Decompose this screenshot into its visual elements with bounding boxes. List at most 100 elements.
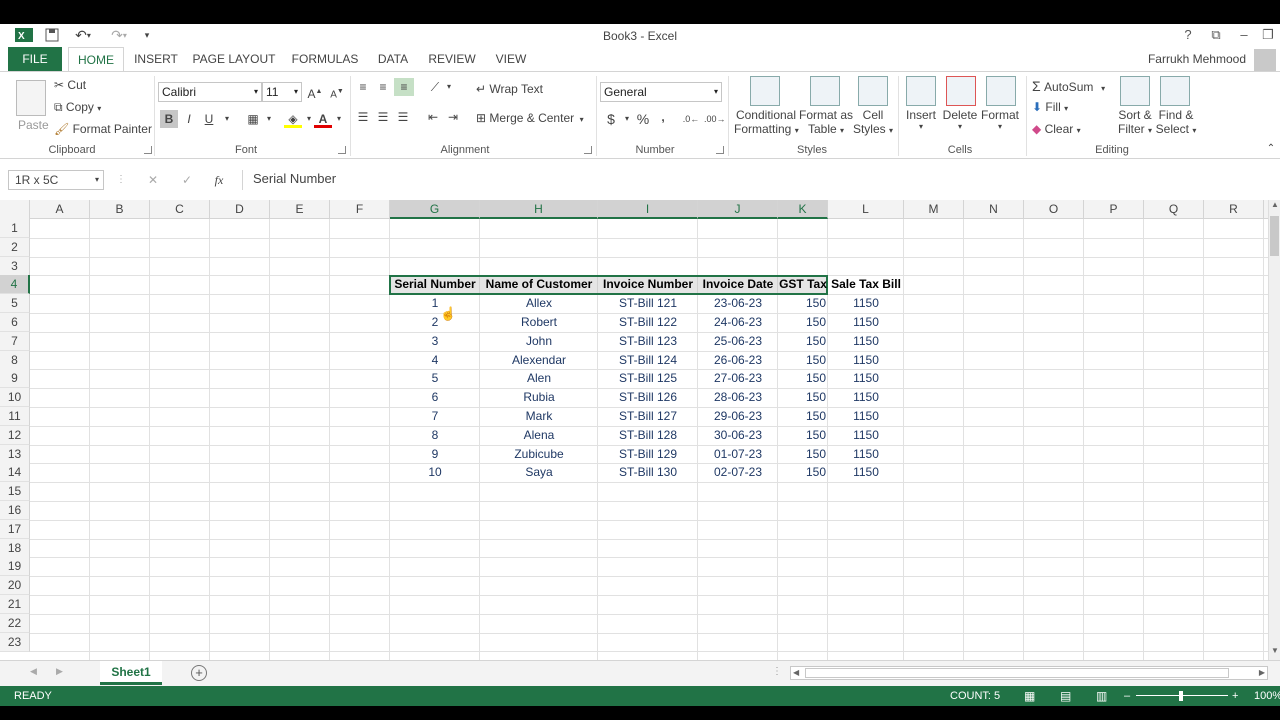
customer-name-cell[interactable]: John <box>480 332 598 351</box>
decrease-font-icon[interactable]: A▼ <box>328 83 346 101</box>
paste-icon[interactable] <box>16 80 46 116</box>
invoice-number-cell[interactable]: ST-Bill 122 <box>598 313 698 332</box>
row-header-9[interactable]: 9 <box>0 369 30 389</box>
gst-tax-cell[interactable]: 150 <box>778 294 828 313</box>
customer-name-cell[interactable]: Rubia <box>480 388 598 407</box>
decrease-indent-icon[interactable]: ⇤ <box>424 108 442 126</box>
column-header-c[interactable]: C <box>150 200 210 219</box>
column-header-b[interactable]: B <box>90 200 150 219</box>
invoice-date-cell[interactable]: 23-06-23 <box>698 294 778 313</box>
serial-number-cell[interactable]: 3 <box>390 332 480 351</box>
row-header-15[interactable]: 15 <box>0 482 30 502</box>
header-cell[interactable]: Sale Tax Bill <box>828 275 904 294</box>
customer-name-cell[interactable]: Alen <box>480 369 598 388</box>
row-header-14[interactable]: 14 <box>0 463 30 483</box>
enter-icon[interactable]: ✓ <box>178 171 196 189</box>
font-size-select[interactable]: 11 ▾ <box>262 82 302 102</box>
customer-name-cell[interactable]: Mark <box>480 407 598 426</box>
alignment-launcher-icon[interactable] <box>584 146 592 154</box>
header-cell[interactable]: Serial Number <box>390 275 480 294</box>
customer-name-cell[interactable]: Robert <box>480 313 598 332</box>
column-header-f[interactable]: F <box>330 200 390 219</box>
underline-dropdown-icon[interactable]: ▾ <box>218 110 236 128</box>
invoice-date-cell[interactable]: 30-06-23 <box>698 426 778 445</box>
row-header-21[interactable]: 21 <box>0 595 30 614</box>
row-header-13[interactable]: 13 <box>0 444 30 464</box>
row-header-5[interactable]: 5 <box>0 294 30 314</box>
sale-tax-bill-cell[interactable]: 1150 <box>828 407 904 426</box>
autosum-button[interactable]: Σ AutoSum ▾ <box>1032 78 1105 94</box>
invoice-number-cell[interactable]: ST-Bill 125 <box>598 369 698 388</box>
align-center-icon[interactable]: ☰ <box>374 108 392 126</box>
row-header-11[interactable]: 11 <box>0 407 30 426</box>
align-bottom-icon[interactable]: ≡ <box>394 78 414 96</box>
increase-font-icon[interactable]: A▲ <box>306 83 324 101</box>
sale-tax-bill-cell[interactable]: 1150 <box>828 463 904 482</box>
tab-formulas[interactable]: FORMULAS <box>288 47 362 71</box>
gst-tax-cell[interactable]: 150 <box>778 388 828 407</box>
next-sheet-icon[interactable]: ▶ <box>56 666 63 677</box>
customer-name-cell[interactable]: Zubicube <box>480 445 598 464</box>
gst-tax-cell[interactable]: 150 <box>778 313 828 332</box>
column-header-h[interactable]: H <box>480 200 598 219</box>
add-sheet-icon[interactable]: + <box>191 665 207 681</box>
gst-tax-cell[interactable]: 150 <box>778 351 828 370</box>
column-header-o[interactable]: O <box>1024 200 1084 219</box>
align-middle-icon[interactable]: ≡ <box>374 78 392 96</box>
serial-number-cell[interactable]: 7 <box>390 407 480 426</box>
invoice-number-cell[interactable]: ST-Bill 127 <box>598 407 698 426</box>
zoom-slider-thumb[interactable] <box>1179 691 1183 701</box>
column-header-e[interactable]: E <box>270 200 330 219</box>
serial-number-cell[interactable]: 6 <box>390 388 480 407</box>
scroll-down-icon[interactable]: ▼ <box>1271 646 1279 655</box>
user-name[interactable]: Farrukh Mehmood <box>1148 52 1246 66</box>
invoice-number-cell[interactable]: ST-Bill 130 <box>598 463 698 482</box>
invoice-date-cell[interactable]: 01-07-23 <box>698 445 778 464</box>
cut-button[interactable]: ✂ Cut <box>54 78 86 92</box>
clipboard-launcher-icon[interactable] <box>144 146 152 154</box>
invoice-date-cell[interactable]: 28-06-23 <box>698 388 778 407</box>
sale-tax-bill-cell[interactable]: 1150 <box>828 369 904 388</box>
prev-sheet-icon[interactable]: ◀ <box>30 666 37 677</box>
orientation-dropdown-icon[interactable]: ▾ <box>440 78 458 96</box>
row-header-10[interactable]: 10 <box>0 388 30 408</box>
sale-tax-bill-cell[interactable]: 1150 <box>828 294 904 313</box>
comma-button[interactable]: , <box>654 108 672 126</box>
align-top-icon[interactable]: ≡ <box>354 78 372 96</box>
row-header-3[interactable]: 3 <box>0 256 30 276</box>
sale-tax-bill-cell[interactable]: 1150 <box>828 445 904 464</box>
serial-number-cell[interactable]: 5 <box>390 369 480 388</box>
row-header-1[interactable]: 1 <box>0 219 30 238</box>
font-color-dropdown-icon[interactable]: ▾ <box>330 110 348 128</box>
ribbon-display-icon[interactable]: ⧉ <box>1203 26 1229 44</box>
sale-tax-bill-cell[interactable]: 1150 <box>828 313 904 332</box>
sale-tax-bill-cell[interactable]: 1150 <box>828 332 904 351</box>
row-header-22[interactable]: 22 <box>0 613 30 633</box>
invoice-number-cell[interactable]: ST-Bill 126 <box>598 388 698 407</box>
page-break-view-icon[interactable]: ▥ <box>1096 686 1107 706</box>
tab-file[interactable]: FILE <box>8 47 62 71</box>
header-cell[interactable]: Invoice Date <box>698 275 778 294</box>
customer-name-cell[interactable]: Saya <box>480 463 598 482</box>
header-cell[interactable]: GST Tax <box>778 275 828 294</box>
row-header-16[interactable]: 16 <box>0 501 30 520</box>
increase-indent-icon[interactable]: ⇥ <box>444 108 462 126</box>
restore-icon[interactable]: ❐ <box>1255 26 1280 44</box>
invoice-date-cell[interactable]: 29-06-23 <box>698 407 778 426</box>
insert-cells-button[interactable]: Insert ▾ <box>902 108 940 131</box>
gst-tax-cell[interactable]: 150 <box>778 463 828 482</box>
column-header-j[interactable]: J <box>698 200 778 219</box>
font-launcher-icon[interactable] <box>338 146 346 154</box>
vertical-scrollbar[interactable]: ▲ ▼ <box>1268 200 1280 660</box>
row-header-7[interactable]: 7 <box>0 331 30 351</box>
invoice-date-cell[interactable]: 26-06-23 <box>698 351 778 370</box>
column-header-r[interactable]: R <box>1204 200 1264 219</box>
format-as-table-button[interactable]: Format as Table ▾ <box>798 108 854 136</box>
customer-name-cell[interactable]: Allex <box>480 294 598 313</box>
tab-review[interactable]: REVIEW <box>424 47 480 71</box>
align-right-icon[interactable]: ☰ <box>394 108 412 126</box>
vertical-scroll-thumb[interactable] <box>1270 216 1279 256</box>
column-header-n[interactable]: N <box>964 200 1024 219</box>
zoom-level[interactable]: 100% <box>1254 686 1280 706</box>
bold-button[interactable]: B <box>160 110 178 128</box>
